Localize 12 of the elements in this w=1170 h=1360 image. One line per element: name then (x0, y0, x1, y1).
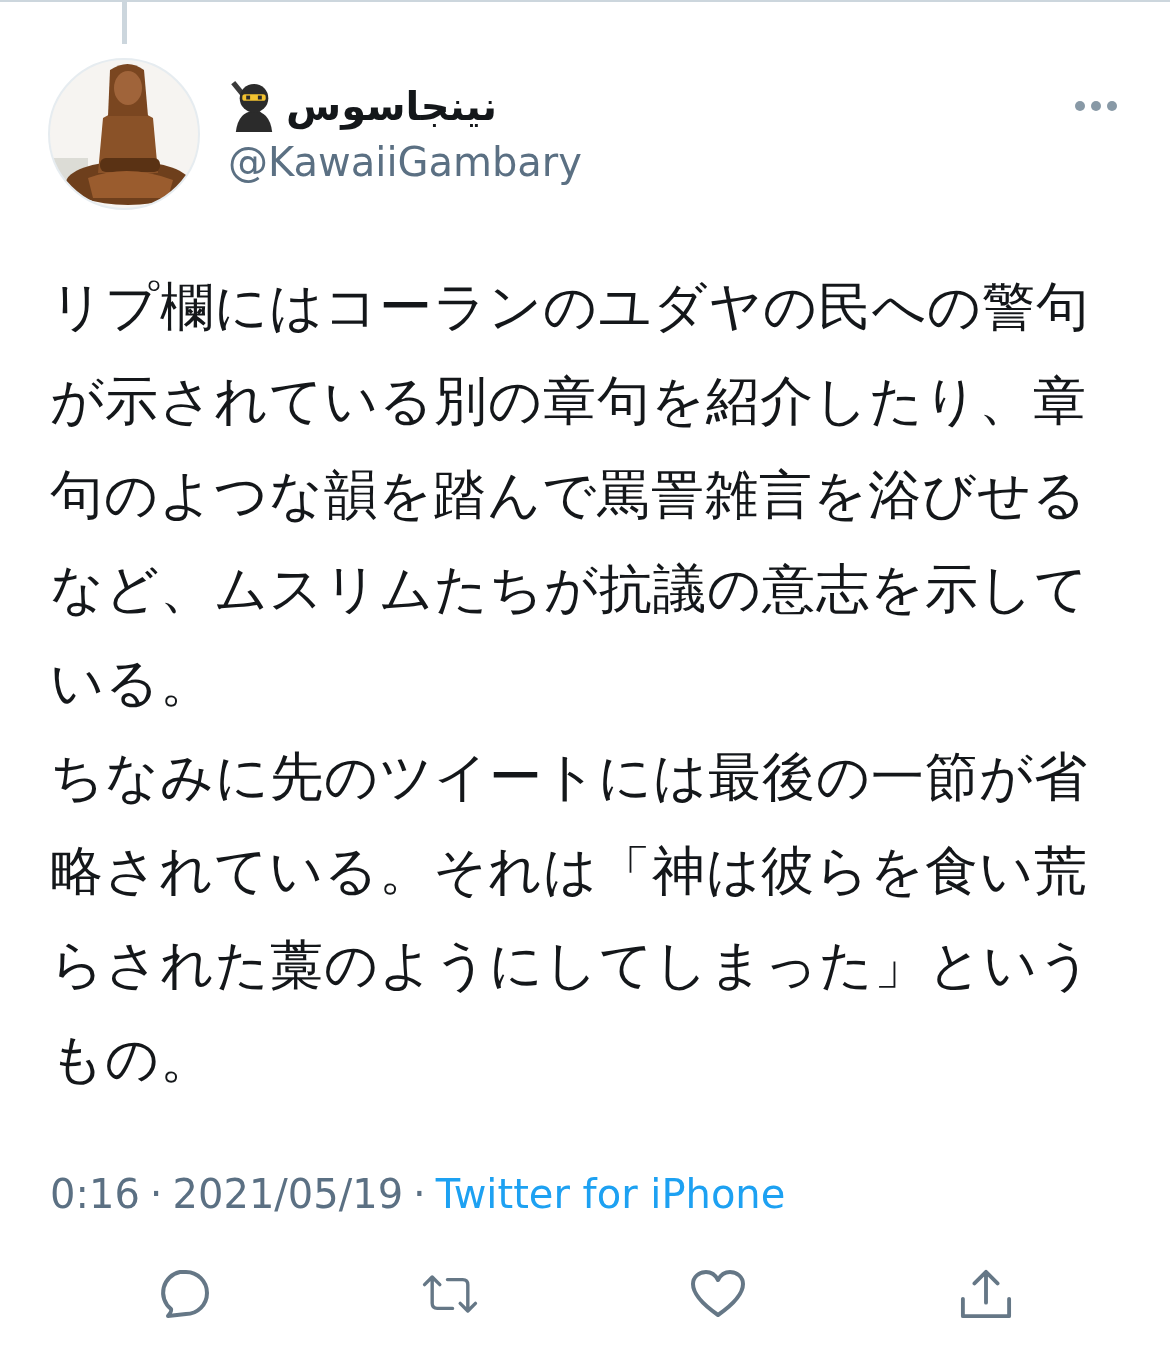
separator-dot: · (413, 1170, 426, 1219)
author-handle[interactable]: @KawaiiGambary (228, 134, 1074, 190)
source-link[interactable]: Twitter for iPhone (435, 1166, 786, 1222)
more-icon[interactable] (1074, 100, 1118, 112)
tweet-date: 2021/05/19 (172, 1170, 404, 1219)
heart-icon[interactable] (690, 1268, 746, 1320)
share-icon[interactable] (958, 1268, 1014, 1320)
author-name[interactable]: نینجاسوس (286, 80, 498, 132)
tweet-time: 0:16 (50, 1170, 140, 1219)
tweet-text: リプ欄にはコーランのユダヤの民への警句が示されている別の章句を紹介したり、章句のよつな韻を踏んで罵詈雑言を浴びせるなど、ムスリムたちが抗議の意志を示している。 (50, 275, 1091, 715)
tweet-text: ちなみに先のツイートには最後の一節が省略されている。それは「神は彼らを食い荒らされた藁のようにしてしまった」というもの。 (50, 745, 1094, 1091)
separator-dot: · (149, 1170, 163, 1219)
